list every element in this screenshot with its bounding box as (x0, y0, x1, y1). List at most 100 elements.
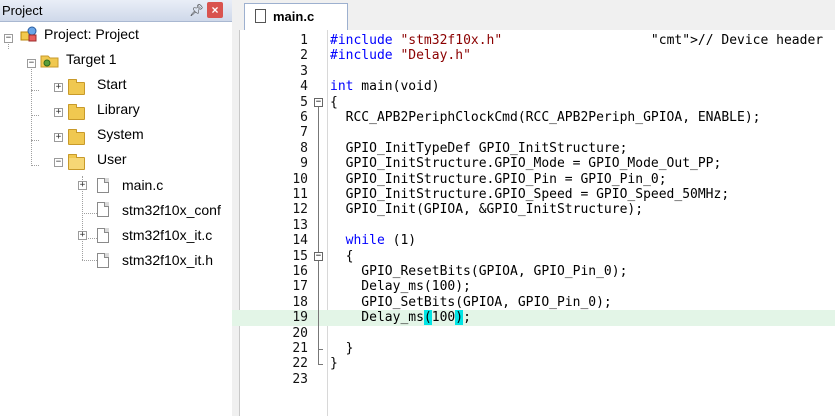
line-code: RCC_APB2PeriphClockCmd(RCC_APB2Periph_GP… (330, 110, 761, 125)
close-icon[interactable]: × (207, 2, 223, 18)
file-icon (97, 178, 109, 193)
code-line[interactable]: 11 GPIO_InitStructure.GPIO_Speed = GPIO_… (232, 187, 835, 202)
code-line[interactable]: 3 (232, 64, 835, 79)
line-code: #include "Delay.h" (330, 48, 471, 64)
code-line[interactable]: 20 (232, 326, 835, 341)
code-line[interactable]: 16 GPIO_ResetBits(GPIOA, GPIO_Pin_0); (232, 264, 835, 279)
line-code: GPIO_InitStructure.GPIO_Pin = GPIO_Pin_0… (330, 171, 667, 187)
line-code: } (330, 341, 354, 356)
panel-title: Project (2, 3, 43, 18)
file-stm32f10x-conf-label: stm32f10x_conf (122, 202, 221, 218)
line-number: 5 (300, 94, 308, 110)
file-icon (97, 202, 109, 217)
collapse-target-toggle[interactable]: − (27, 59, 36, 68)
line-number: 23 (292, 371, 308, 387)
collapse-root-toggle[interactable]: − (4, 34, 13, 43)
code-line[interactable]: 12 GPIO_Init(GPIOA, &GPIO_InitStructure)… (232, 202, 835, 217)
pin-icon[interactable]: 📌︎ (189, 3, 204, 17)
line-number: 15 (292, 248, 308, 264)
fold-toggle[interactable]: − (314, 97, 323, 107)
file-icon (255, 9, 266, 23)
fold-end-marker (318, 364, 323, 366)
code-line[interactable]: 17 Delay_ms(100); (232, 279, 835, 294)
project-panel-header: Project 📌︎ × (0, 0, 232, 22)
folder-icon (68, 79, 85, 95)
line-number: 4 (300, 79, 308, 95)
fold-guide (318, 260, 319, 349)
target-label: Target 1 (66, 51, 117, 67)
code-editor[interactable]: 1 #include "stm32f10x.h" "cmt">// Device … (232, 30, 835, 416)
project-tree: − Project: Project − Target 1 + Start + … (0, 22, 232, 416)
line-code: GPIO_InitStructure.GPIO_Speed = GPIO_Spe… (330, 187, 730, 202)
project-panel: Project 📌︎ × − Project: Project − Target… (0, 0, 232, 416)
line-number: 10 (292, 171, 308, 187)
code-line[interactable]: 8 GPIO_InitTypeDef GPIO_InitStructure; (232, 141, 835, 156)
group-start-label: Start (97, 76, 127, 92)
line-code: GPIO_InitTypeDef GPIO_InitStructure; (330, 140, 628, 156)
code-line[interactable]: 1 #include "stm32f10x.h" "cmt">// Device … (232, 33, 835, 48)
line-number: 6 (300, 110, 308, 125)
line-number: 8 (300, 140, 308, 156)
group-library-label: Library (97, 101, 140, 117)
fold-toggle[interactable]: − (314, 251, 323, 261)
code-line[interactable]: 9 GPIO_InitStructure.GPIO_Mode = GPIO_Mo… (232, 156, 835, 171)
code-area[interactable]: 1 #include "stm32f10x.h" "cmt">// Device … (232, 30, 835, 416)
tab-label: main.c (273, 9, 315, 24)
expand-system-toggle[interactable]: + (54, 133, 63, 142)
file-icon (97, 228, 109, 243)
line-number: 14 (292, 233, 308, 249)
group-system-label: System (97, 126, 144, 142)
group-user-label: User (97, 151, 127, 167)
code-line[interactable]: 14 while (1) (232, 233, 835, 248)
editor-tab-bar: main.c (232, 0, 835, 30)
collapse-user-toggle[interactable]: − (54, 158, 63, 167)
line-code: #include "stm32f10x.h" "cmt">// Device h… (330, 33, 824, 48)
file-main-c-label: main.c (122, 177, 164, 193)
line-code: int main(void) (330, 79, 440, 95)
line-number: 22 (292, 356, 308, 372)
file-icon (97, 253, 109, 268)
expand-main-c-toggle[interactable]: + (78, 181, 87, 190)
line-code: GPIO_ResetBits(GPIOA, GPIO_Pin_0); (330, 264, 628, 279)
line-code: { (330, 94, 338, 110)
line-number: 7 (300, 125, 308, 141)
project-root-label: Project: Project (44, 26, 139, 42)
line-number: 21 (292, 341, 308, 356)
project-root-icon (20, 26, 38, 42)
open-folder-icon (68, 154, 85, 170)
code-line[interactable]: 23 (232, 372, 835, 387)
code-line[interactable]: 7 (232, 125, 835, 140)
code-line[interactable]: 13 (232, 218, 835, 233)
line-number: 1 (300, 33, 308, 48)
file-stm32f10x-it-h-label: stm32f10x_it.h (122, 252, 214, 268)
code-line[interactable]: 19 Delay_ms(100); (232, 310, 835, 326)
code-line[interactable]: 6 RCC_APB2PeriphClockCmd(RCC_APB2Periph_… (232, 110, 835, 125)
folder-icon (68, 129, 85, 145)
expand-start-toggle[interactable]: + (54, 83, 63, 92)
line-code: Delay_ms(100); (330, 310, 471, 326)
expand-library-toggle[interactable]: + (54, 108, 63, 117)
tab-main-c[interactable]: main.c (244, 3, 348, 30)
code-line[interactable]: 18 GPIO_SetBits(GPIOA, GPIO_Pin_0); (232, 295, 835, 310)
line-number: 19 (292, 310, 308, 326)
line-number: 17 (292, 279, 308, 295)
line-code: GPIO_InitStructure.GPIO_Mode = GPIO_Mode… (330, 156, 722, 172)
line-code: GPIO_SetBits(GPIOA, GPIO_Pin_0); (330, 294, 612, 310)
line-number: 16 (292, 264, 308, 279)
file-stm32f10x-it-c-label: stm32f10x_it.c (122, 227, 213, 243)
target-icon (40, 52, 60, 68)
code-line[interactable]: 10 GPIO_InitStructure.GPIO_Pin = GPIO_Pi… (232, 172, 835, 187)
fold-end-marker (318, 349, 323, 350)
line-code: while (1) (345, 233, 417, 249)
expand-it-c-toggle[interactable]: + (78, 231, 87, 240)
code-line[interactable]: 2 #include "Delay.h" (232, 48, 835, 63)
line-code: GPIO_Init(GPIOA, &GPIO_InitStructure); (330, 202, 644, 218)
line-code: Delay_ms(100); (330, 279, 471, 295)
code-line[interactable]: 4 int main(void) (232, 79, 835, 94)
line-code: } (330, 356, 338, 372)
line-number: 12 (292, 202, 308, 218)
line-code: { (330, 248, 354, 264)
folder-icon (68, 104, 85, 120)
line-number: 20 (292, 325, 308, 341)
line-number: 2 (300, 48, 308, 64)
